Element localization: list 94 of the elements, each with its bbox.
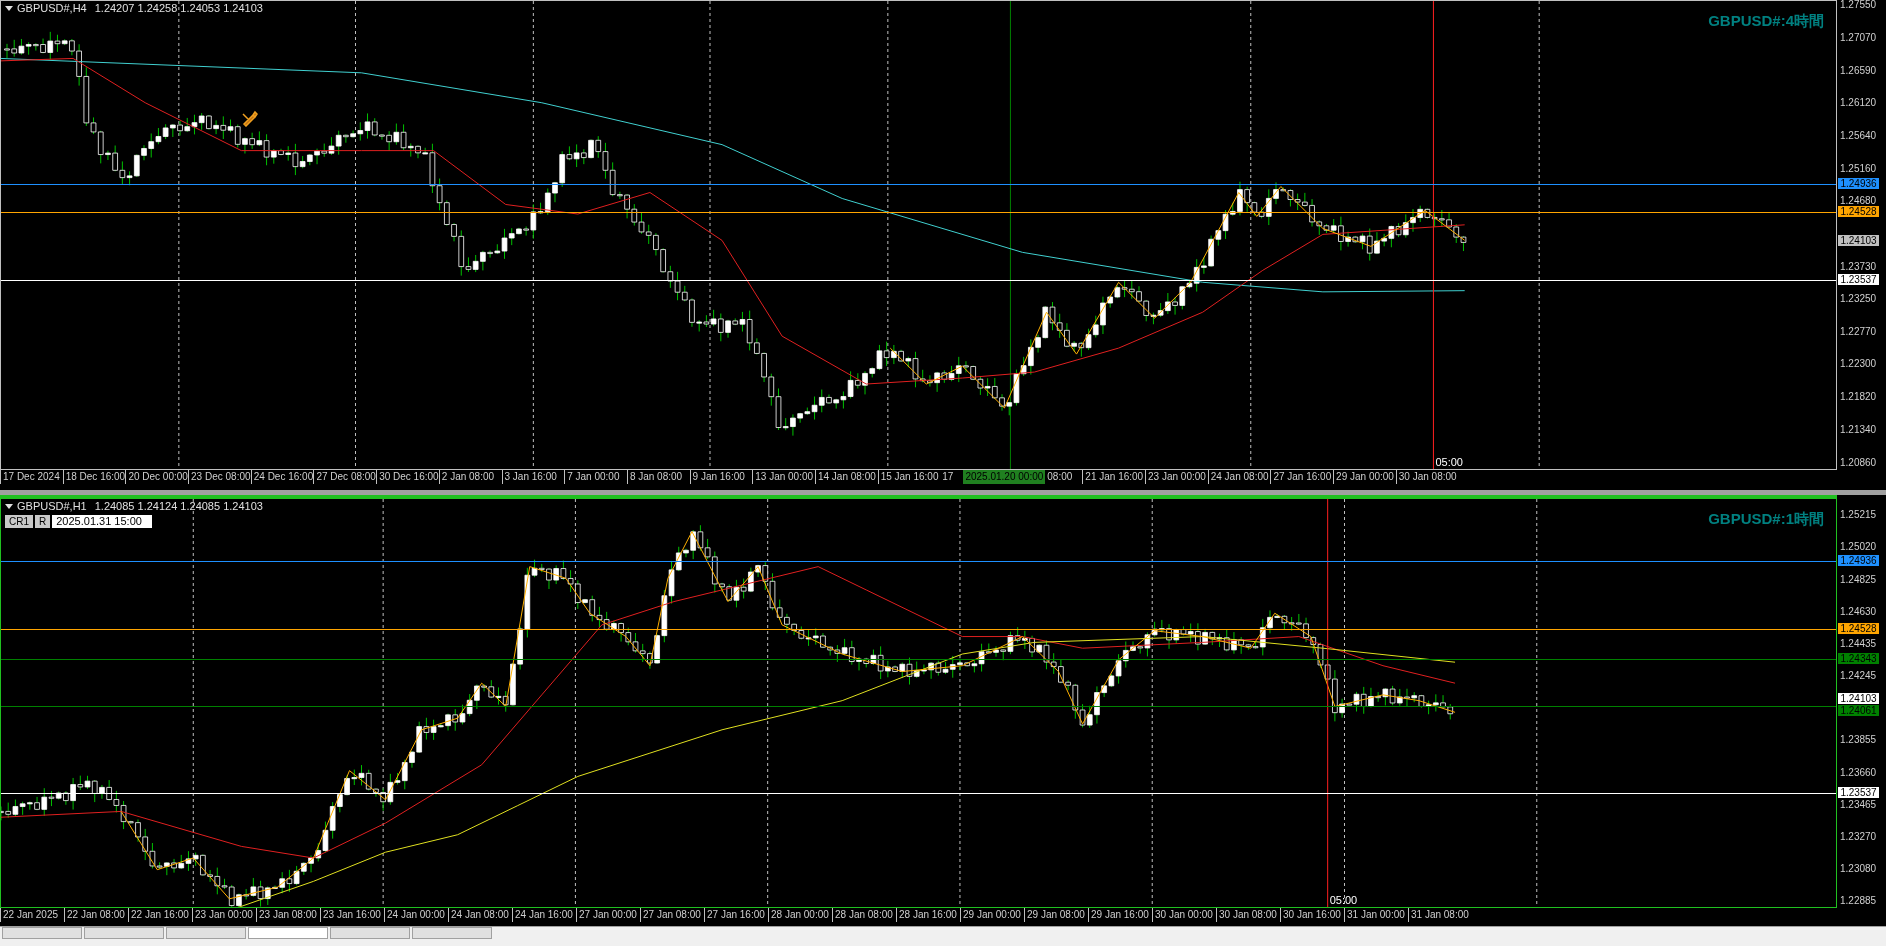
- price-tick-label: 1.24245: [1840, 670, 1877, 681]
- chart-title: GBPUSD#:1時間: [1708, 509, 1824, 529]
- time-marker-label: 05:00: [1434, 456, 1463, 469]
- price-label: 1.24936: [1838, 555, 1879, 567]
- datetime-field[interactable]: 2025.01.31 15:00: [52, 515, 153, 528]
- price-tick-label: 1.22885: [1840, 896, 1877, 906]
- time-axis-label: 08:00: [1046, 470, 1074, 484]
- time-axis-label: 28 Jan 16:00: [896, 908, 960, 922]
- time-axis-label: 21 Jan 16:00: [1082, 470, 1145, 484]
- price-tick-label: 1.23465: [1840, 799, 1877, 810]
- time-axis-label: 24 Jan 08:00: [448, 908, 512, 922]
- time-axis-label: 22 Jan 16:00: [128, 908, 192, 922]
- time-axis-label: 3 Jan 16:00: [501, 470, 565, 484]
- chart-title: GBPUSD#:4時間: [1708, 11, 1824, 31]
- time-axis-label: 15 Jan 16:00: [877, 470, 941, 484]
- price-label: 1.23537: [1838, 273, 1879, 285]
- time-axis-label: 30 Jan 16:00: [1280, 908, 1344, 922]
- time-axis-label: 24 Jan 08:00: [1207, 470, 1271, 484]
- price-tick-label: 1.23080: [1840, 863, 1877, 874]
- time-axis-label: 23 Jan 00:00: [1145, 470, 1208, 484]
- price-label: 1.24936: [1838, 177, 1879, 189]
- price-tick-label: 1.25160: [1840, 163, 1877, 174]
- price-tick-label: 1.25215: [1840, 510, 1877, 520]
- toolbar-button[interactable]: R: [35, 515, 51, 528]
- time-axis-label: 24 Dec 16:00: [250, 470, 314, 484]
- time-axis-label: 27 Jan 00:00: [576, 908, 640, 922]
- price-tick-label: 1.23250: [1840, 294, 1877, 305]
- price-tick-label: 1.24630: [1840, 606, 1877, 617]
- price-tick-label: 1.25020: [1840, 542, 1877, 553]
- price-tick-label: 1.22770: [1840, 327, 1877, 338]
- time-axis-label: 30 Jan 00:00: [1152, 908, 1216, 922]
- time-axis-label: 24 Jan 16:00: [512, 908, 576, 922]
- time-axis-label: 17 Dec 2024: [0, 470, 63, 484]
- crosshair-time-label: 2025.01.20 00:00: [963, 470, 1046, 484]
- time-axis-label: 30 Jan 08:00: [1216, 908, 1280, 922]
- time-axis-label: 22 Jan 2025: [0, 908, 64, 922]
- price-tick-label: 1.23855: [1840, 735, 1877, 746]
- time-axis-label: 27 Jan 16:00: [1270, 470, 1334, 484]
- time-axis-label: 23 Jan 16:00: [320, 908, 384, 922]
- price-tick-label: 1.24680: [1840, 196, 1877, 207]
- time-axis-label: 22 Jan 08:00: [64, 908, 128, 922]
- price-tick-label: 1.23660: [1840, 767, 1877, 778]
- time-axis-label: 9 Jan 16:00: [689, 470, 753, 484]
- time-axis-label: 18 Dec 16:00: [62, 470, 126, 484]
- time-axis-label: 30 Jan 08:00: [1395, 470, 1459, 484]
- time-axis-label: 20 Dec 00:00: [125, 470, 189, 484]
- time-axis-label: 7 Jan 00:00: [564, 470, 627, 484]
- time-axis-label: 2 Jan 08:00: [438, 470, 502, 484]
- price-tick-label: 1.24435: [1840, 639, 1877, 650]
- price-label: 1.24343: [1838, 653, 1879, 665]
- time-axis-label: 23 Jan 08:00: [256, 908, 320, 922]
- price-tick-label: 1.26120: [1840, 97, 1877, 108]
- time-axis-label: 29 Jan 08:00: [1024, 908, 1088, 922]
- price-tick-label: 1.21340: [1840, 425, 1877, 436]
- time-axis-label: 30 Dec 16:00: [376, 470, 439, 484]
- price-quotes: 1.24207 1.24258 1.24053 1.24103: [94, 1, 263, 15]
- time-axis-label: 27 Jan 08:00: [640, 908, 704, 922]
- time-axis-label: 17: [941, 470, 955, 484]
- price-label: 1.24103: [1838, 693, 1879, 705]
- symbol-label: GBPUSD#,H4: [17, 1, 87, 15]
- price-quotes: 1.24085 1.24124 1.24085 1.24103: [94, 499, 263, 513]
- price-label: 1.24103: [1838, 234, 1879, 246]
- time-axis-label: 31 Jan 00:00: [1344, 908, 1408, 922]
- time-axis-label: 27 Jan 16:00: [704, 908, 768, 922]
- time-axis-label: 28 Jan 08:00: [832, 908, 896, 922]
- time-axis-label: 13 Jan 00:00: [752, 470, 815, 484]
- time-axis-label: 29 Jan 00:00: [1333, 470, 1396, 484]
- price-tick-label: 1.26590: [1840, 65, 1877, 76]
- time-axis-label: 14 Jan 08:00: [814, 470, 878, 484]
- price-tick-label: 1.20860: [1840, 458, 1877, 468]
- time-axis-label: 31 Jan 08:00: [1408, 908, 1472, 922]
- price-label: 1.24528: [1838, 622, 1879, 634]
- price-tick-label: 1.24825: [1840, 574, 1877, 585]
- time-axis-label: 27 Dec 08:00: [313, 470, 377, 484]
- time-axis-label: 23 Dec 08:00: [188, 470, 251, 484]
- price-label: 1.24061: [1838, 705, 1879, 717]
- time-axis-label: 29 Jan 00:00: [960, 908, 1024, 922]
- price-tick-label: 1.22300: [1840, 359, 1877, 370]
- price-tick-label: 1.21820: [1840, 392, 1877, 403]
- toolbar-button[interactable]: CR1: [5, 515, 33, 528]
- time-axis-label: 29 Jan 16:00: [1088, 908, 1152, 922]
- price-tick-label: 1.23730: [1840, 261, 1877, 272]
- price-tick-label: 1.27070: [1840, 32, 1877, 43]
- price-label: 1.23537: [1838, 787, 1879, 798]
- price-label: 1.24528: [1838, 205, 1879, 217]
- time-axis-label: 24 Jan 00:00: [384, 908, 448, 922]
- time-axis-label: 8 Jan 08:00: [626, 470, 690, 484]
- price-tick-label: 1.23270: [1840, 832, 1877, 843]
- time-marker-label: 05:00: [1328, 894, 1358, 907]
- symbol-label: GBPUSD#,H1: [17, 499, 87, 513]
- price-tick-label: 1.25640: [1840, 130, 1877, 141]
- time-axis-label: 28 Jan 00:00: [768, 908, 832, 922]
- price-tick-label: 1.27550: [1840, 0, 1877, 10]
- time-axis-label: 23 Jan 00:00: [192, 908, 256, 922]
